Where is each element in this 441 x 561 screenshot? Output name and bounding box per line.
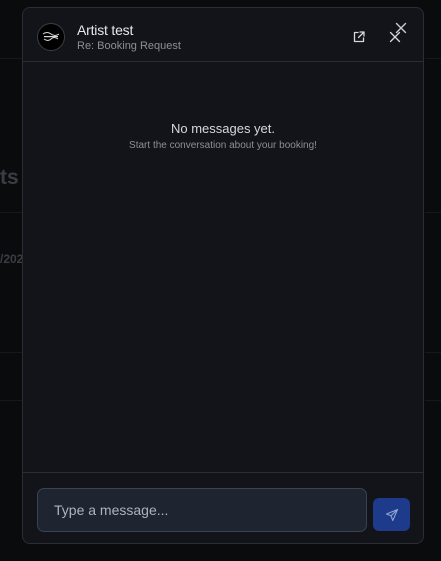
avatar: [37, 23, 65, 51]
background-date-fragment: /202: [0, 252, 24, 266]
message-composer: [23, 472, 423, 543]
background-divider: [0, 400, 22, 401]
background-divider: [0, 212, 22, 213]
empty-state-title: No messages yet.: [170, 121, 276, 136]
background-heading-fragment: ts: [0, 166, 19, 189]
background-divider: [425, 58, 441, 59]
artist-logo-icon: [39, 25, 63, 49]
chat-subject: Re: Booking Request: [77, 40, 181, 52]
chat-dialog: Artist test Re: Booking Request No messa…: [22, 7, 424, 544]
send-button[interactable]: [373, 498, 410, 531]
background-divider: [425, 400, 441, 401]
empty-state-subtitle: Start the conversation about your bookin…: [129, 140, 317, 151]
chat-title: Artist test: [77, 22, 134, 38]
close-icon: [395, 22, 407, 34]
chat-header: Artist test Re: Booking Request: [23, 8, 423, 62]
open-external-button[interactable]: [349, 27, 369, 47]
background-divider: [425, 352, 441, 353]
send-icon: [385, 508, 398, 521]
background-divider: [425, 212, 441, 213]
external-link-icon: [353, 31, 365, 43]
message-input[interactable]: [37, 488, 367, 532]
background-divider: [0, 352, 22, 353]
dialog-close-button[interactable]: [393, 20, 409, 36]
messages-area: No messages yet. Start the conversation …: [23, 62, 423, 472]
background-divider: [0, 58, 22, 59]
